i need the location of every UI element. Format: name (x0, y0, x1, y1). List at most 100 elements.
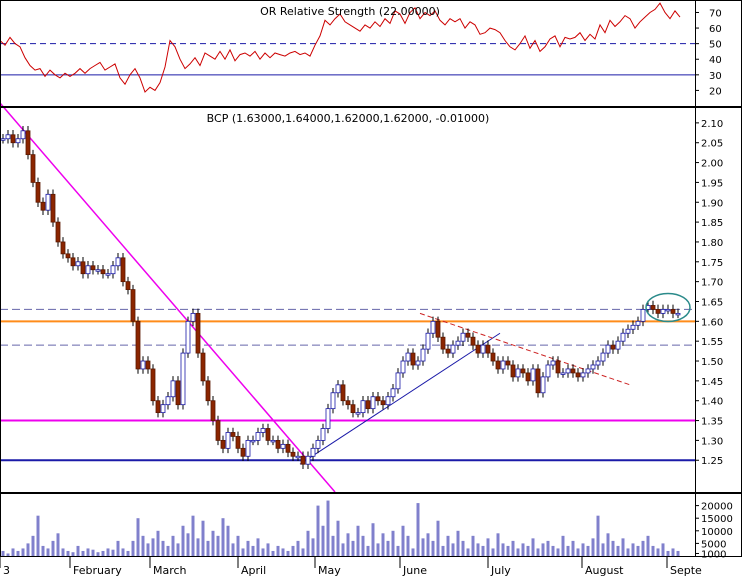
volume-bar (206, 540, 210, 556)
candle-body (75, 261, 81, 267)
candle-body (355, 412, 361, 415)
candle-body (535, 368, 541, 394)
volume-bar (361, 535, 365, 556)
volume-bar (336, 520, 340, 556)
candle-body (140, 360, 146, 370)
volume-bar (436, 520, 440, 556)
volume-bar (456, 530, 460, 556)
volume-bar (531, 538, 535, 556)
candle-body (525, 372, 531, 382)
volume-panel: 1000500010000 1500020000 (1, 500, 733, 560)
candle-body (655, 309, 661, 314)
candle-body (405, 352, 411, 362)
candle-body (440, 336, 446, 350)
volume-bar (196, 538, 200, 556)
x-tick-label: July (490, 564, 511, 577)
candle-body (275, 440, 281, 449)
volume-bar (461, 540, 465, 556)
volume-bar (261, 548, 265, 556)
volume-bar (46, 548, 50, 556)
price-tick-label: 1.60 (701, 317, 723, 328)
volume-bar (556, 548, 560, 556)
candle-body (215, 420, 221, 441)
volume-bar (41, 545, 45, 556)
volume-bar (621, 538, 625, 556)
candle-body (480, 344, 486, 354)
candle-body (210, 400, 216, 421)
volume-bar (201, 520, 205, 556)
candle-body (255, 432, 261, 441)
candle-body (120, 257, 126, 283)
candle-body (490, 352, 496, 362)
price-tick-label: 1.85 (701, 218, 723, 229)
volume-bar (576, 548, 580, 556)
candle-body (395, 372, 401, 390)
volume-bar (471, 535, 475, 556)
volume-bar (26, 543, 30, 556)
candle-body (105, 273, 111, 276)
candle-body (670, 309, 676, 314)
vol-frame (0, 493, 742, 557)
volume-bar (676, 550, 680, 556)
candle-body (635, 320, 641, 326)
volume-bar (106, 548, 110, 556)
candle-body (260, 428, 266, 433)
volume-bar (386, 540, 390, 556)
candle-body (530, 368, 536, 382)
volume-bar (351, 540, 355, 556)
volume-bar (276, 545, 280, 556)
candle-body (190, 312, 196, 322)
price-tick-label: 1.70 (701, 278, 723, 289)
candle-body (200, 352, 206, 382)
candle-body (80, 261, 86, 275)
candle-body (160, 404, 166, 414)
volume-bar (446, 535, 450, 556)
candle-body (265, 428, 271, 441)
volume-bar (151, 538, 155, 556)
candle-body (445, 348, 451, 354)
volume-bar (586, 545, 590, 556)
candle-body (370, 396, 376, 410)
volume-bar (501, 543, 505, 556)
candle-body (475, 344, 481, 354)
volume-bar (551, 545, 555, 556)
candle-body (450, 344, 456, 354)
candle-body (375, 396, 381, 402)
volume-bar (521, 543, 525, 556)
volume-bar (571, 540, 575, 556)
candle-body (100, 269, 106, 275)
price-tick-label: 2.05 (701, 139, 723, 150)
candle-body (15, 138, 21, 144)
candle-body (470, 336, 476, 346)
price-tick-label: 1.90 (701, 198, 723, 209)
volume-bar (371, 523, 375, 556)
volume-tick-label: 10000 (701, 527, 733, 538)
candle-body (540, 376, 546, 394)
candle-body (435, 320, 441, 338)
candle-body (520, 368, 526, 374)
candle-body (545, 364, 551, 378)
candle-body (70, 257, 76, 267)
candle-body (5, 134, 11, 140)
volume-bar (636, 545, 640, 556)
volume-bar (631, 543, 635, 556)
volume-bar (326, 500, 330, 556)
volume-bar (626, 548, 630, 556)
volume-bar (476, 543, 480, 556)
price-tick-label: 1.35 (701, 417, 723, 428)
candle-body (230, 432, 236, 437)
candle-body (280, 443, 286, 449)
candle-body (45, 193, 51, 211)
volume-bar (651, 545, 655, 556)
candle-body (455, 340, 461, 346)
volume-bar (376, 543, 380, 556)
volume-bar (16, 550, 20, 556)
candle-body (290, 451, 296, 457)
volume-bar (661, 543, 665, 556)
candle-body (620, 332, 626, 342)
price-tick-label: 1.45 (701, 377, 723, 388)
volume-bar (331, 535, 335, 556)
volume-bar (496, 533, 500, 556)
candle-body (630, 324, 636, 330)
volume-bar (516, 548, 520, 556)
